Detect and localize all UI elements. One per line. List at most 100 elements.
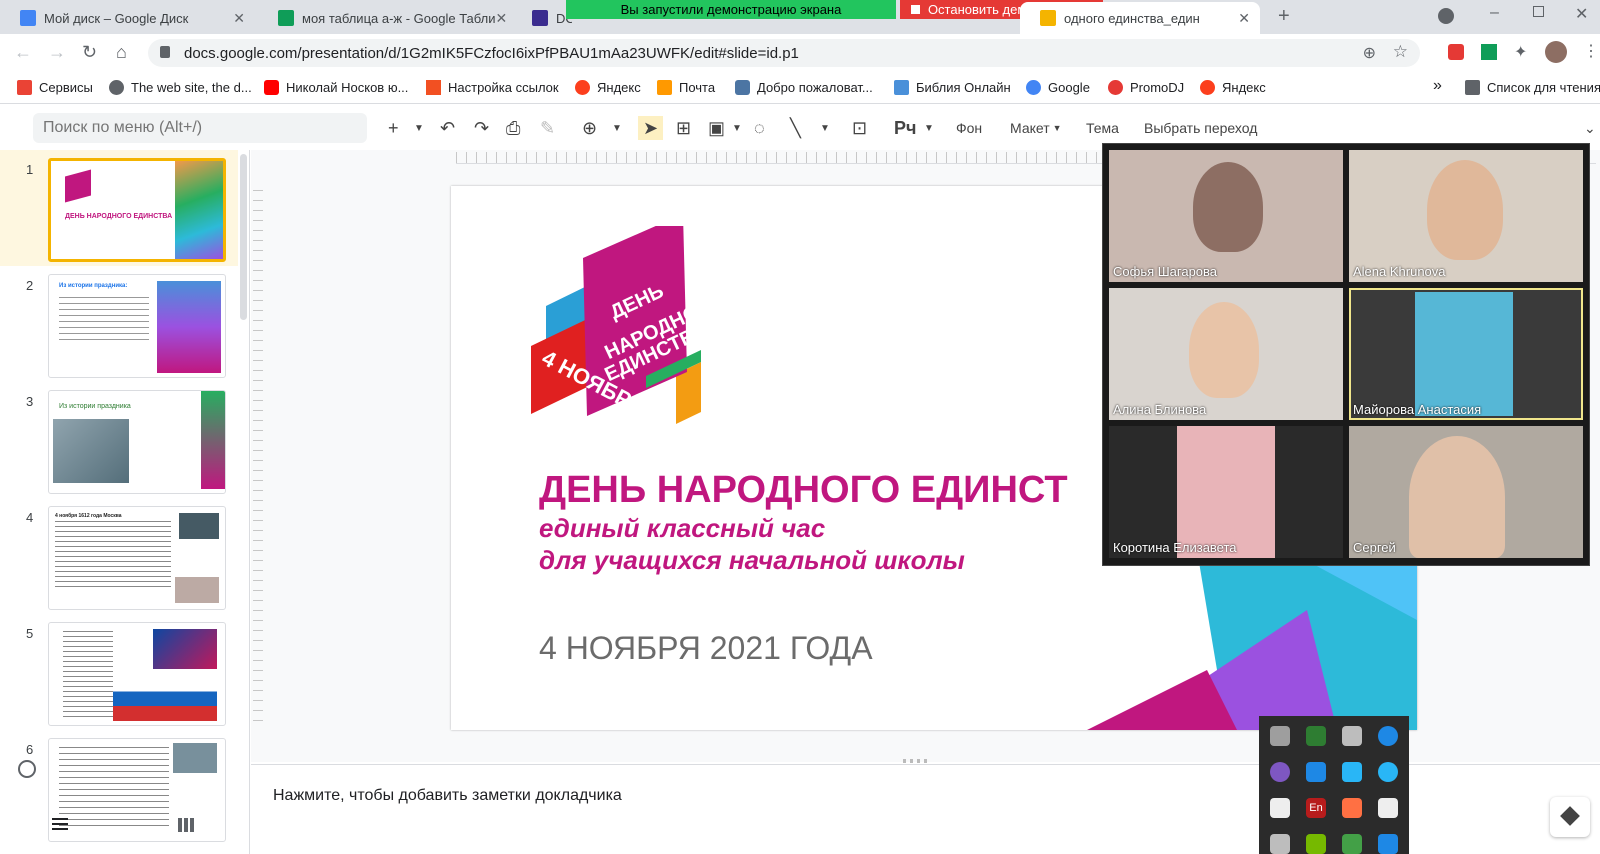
bookmark-label: Яндекс (597, 80, 641, 95)
language-indicator[interactable]: En (1306, 798, 1326, 818)
slide-thumbnail[interactable]: 2 Из истории праздника: (0, 270, 238, 386)
reading-list-button[interactable]: Список для чтения (1465, 80, 1600, 95)
video-call-panel: Софья Шагарова Alena Khrunova Алина Блин… (1102, 143, 1590, 566)
bookmark-item[interactable]: Николай Носков ю... (264, 80, 408, 95)
minimize-icon[interactable]: – (1490, 4, 1499, 22)
filmstrip-scrollbar[interactable] (240, 154, 247, 320)
comment-icon[interactable]: ⊡ (852, 116, 867, 140)
extension-icon[interactable] (1448, 44, 1464, 60)
bookmark-item[interactable]: Добро пожаловат... (735, 80, 873, 95)
undo-icon[interactable]: ↶ (440, 116, 455, 140)
participant-tile[interactable]: Алина Блинова (1109, 288, 1343, 420)
shape-icon[interactable]: ◌ (754, 116, 765, 140)
bookmarks-more-button[interactable]: » (1433, 77, 1442, 95)
usb-icon[interactable] (1342, 726, 1362, 746)
home-icon[interactable]: ⌂ (116, 42, 127, 63)
close-icon[interactable]: ✕ (496, 10, 508, 27)
tab-google-sheets[interactable]: моя таблица а-ж - Google Табли ✕ (258, 2, 508, 34)
zoom-icon[interactable]: ⊕ (582, 116, 597, 140)
participant-video (1177, 426, 1275, 558)
reload-icon[interactable]: ↻ (82, 42, 97, 63)
bookmark-item[interactable]: The web site, the d... (109, 80, 252, 95)
shield-icon[interactable] (1342, 834, 1362, 854)
bookmark-item[interactable]: Почта (657, 80, 715, 95)
input-tools-icon[interactable]: Рч (894, 116, 916, 140)
bookmark-item[interactable]: Яндекс (1200, 80, 1266, 95)
slide-thumbnail[interactable]: 1 ДЕНЬ НАРОДНОГО ЕДИНСТВА (0, 154, 238, 270)
zoom-icon[interactable]: ⊕ (1363, 43, 1376, 63)
paint-format-icon[interactable]: ✎ (540, 116, 555, 140)
text-box-icon[interactable]: ⊞ (676, 116, 691, 140)
participant-tile-active[interactable]: Майорова Анастасия (1349, 288, 1583, 420)
chevron-down-icon: ▼ (1052, 123, 1062, 133)
close-icon[interactable]: ✕ (1238, 10, 1250, 27)
telegram-icon[interactable] (1342, 762, 1362, 782)
explore-icon[interactable] (18, 760, 36, 778)
menu-search-input[interactable] (33, 113, 367, 143)
theme-button[interactable]: Тема (1086, 116, 1119, 140)
back-icon[interactable]: ← (14, 42, 32, 63)
line-icon[interactable]: ╲ (790, 116, 801, 140)
window-close-icon[interactable]: ✕ (1575, 4, 1588, 24)
bluetooth-icon[interactable] (1306, 762, 1326, 782)
notes-resize-handle[interactable] (903, 759, 927, 763)
background-button[interactable]: Фон (956, 116, 982, 140)
grid-view-icon[interactable] (178, 818, 194, 832)
chevron-down-icon[interactable]: ▼ (820, 116, 830, 140)
battery-icon[interactable] (1378, 798, 1398, 818)
forward-icon[interactable]: → (48, 42, 66, 63)
nvidia-icon[interactable] (1306, 834, 1326, 854)
extensions-puzzle-icon[interactable]: ✦ (1514, 42, 1527, 62)
new-tab-button[interactable]: + (1278, 5, 1290, 28)
restore-icon[interactable] (1533, 6, 1544, 17)
avatar[interactable] (1545, 41, 1567, 63)
print-icon[interactable]: ⎙ (506, 116, 520, 140)
slide-thumbnail[interactable]: 3 Из истории праздника (0, 386, 238, 502)
messenger-icon[interactable] (1378, 762, 1398, 782)
bookmark-item[interactable]: Яндекс (575, 80, 641, 95)
participant-tile[interactable]: Сергей (1349, 426, 1583, 558)
new-slide-icon[interactable]: + (388, 116, 399, 140)
participant-tile[interactable]: Alena Khrunova (1349, 150, 1583, 282)
participant-name: Alena Khrunova (1353, 264, 1446, 279)
layout-button[interactable]: Макет ▼ (1010, 116, 1062, 140)
drive-icon[interactable] (1270, 834, 1290, 854)
tab-search-icon[interactable] (1438, 8, 1454, 24)
bookmark-item[interactable]: Настройка ссылок (426, 80, 559, 95)
display-icon[interactable] (1270, 726, 1290, 746)
select-cursor-icon[interactable]: ➤ (638, 116, 664, 140)
image-icon[interactable]: ▣ (708, 116, 725, 140)
viber-icon[interactable] (1270, 762, 1290, 782)
bookmark-item[interactable]: Google (1026, 80, 1090, 95)
camera-icon[interactable] (1378, 834, 1398, 854)
transition-button[interactable]: Выбрать переход (1144, 116, 1257, 140)
microphone-icon[interactable] (1270, 798, 1290, 818)
zoom-app-icon[interactable] (1378, 726, 1398, 746)
chevron-down-icon[interactable]: ▼ (414, 116, 424, 140)
bookmark-item[interactable]: Библия Онлайн (894, 80, 1011, 95)
participant-video (1189, 302, 1259, 398)
menu-kebab-icon[interactable]: ⋮ (1583, 41, 1599, 61)
chevron-down-icon[interactable]: ▼ (924, 116, 934, 140)
slide-thumbnail[interactable]: 4 4 ноября 1612 года Москва (0, 502, 238, 618)
speaker-icon[interactable] (1342, 798, 1362, 818)
close-icon[interactable]: ✕ (233, 10, 245, 27)
app-icon[interactable] (1306, 726, 1326, 746)
tab-google-drive[interactable]: Мой диск – Google Диск ✕ (0, 2, 255, 34)
tab-dc[interactable]: DC (512, 2, 572, 34)
redo-icon[interactable]: ↷ (474, 116, 489, 140)
participant-tile[interactable]: Софья Шагарова (1109, 150, 1343, 282)
chevron-down-icon[interactable]: ▼ (732, 116, 742, 140)
slide-thumbnail[interactable]: 6 (0, 734, 238, 850)
filmstrip-view-icon[interactable] (52, 818, 68, 830)
participant-tile[interactable]: Коротина Елизавета (1109, 426, 1343, 558)
url-field[interactable]: docs.google.com/presentation/d/1G2mIK5FC… (148, 39, 1420, 67)
bookmark-item[interactable]: Сервисы (17, 80, 93, 95)
collapse-toolbar-icon[interactable]: ⌄ (1584, 116, 1596, 140)
slide-thumbnail[interactable]: 5 (0, 618, 238, 734)
bookmark-star-icon[interactable]: ☆ (1393, 42, 1408, 62)
drive-extension-icon[interactable] (1481, 44, 1497, 60)
chevron-down-icon[interactable]: ▼ (612, 116, 622, 140)
bookmark-item[interactable]: PromoDJ (1108, 80, 1184, 95)
tab-google-slides[interactable]: одного единства_един ✕ (1020, 2, 1260, 34)
